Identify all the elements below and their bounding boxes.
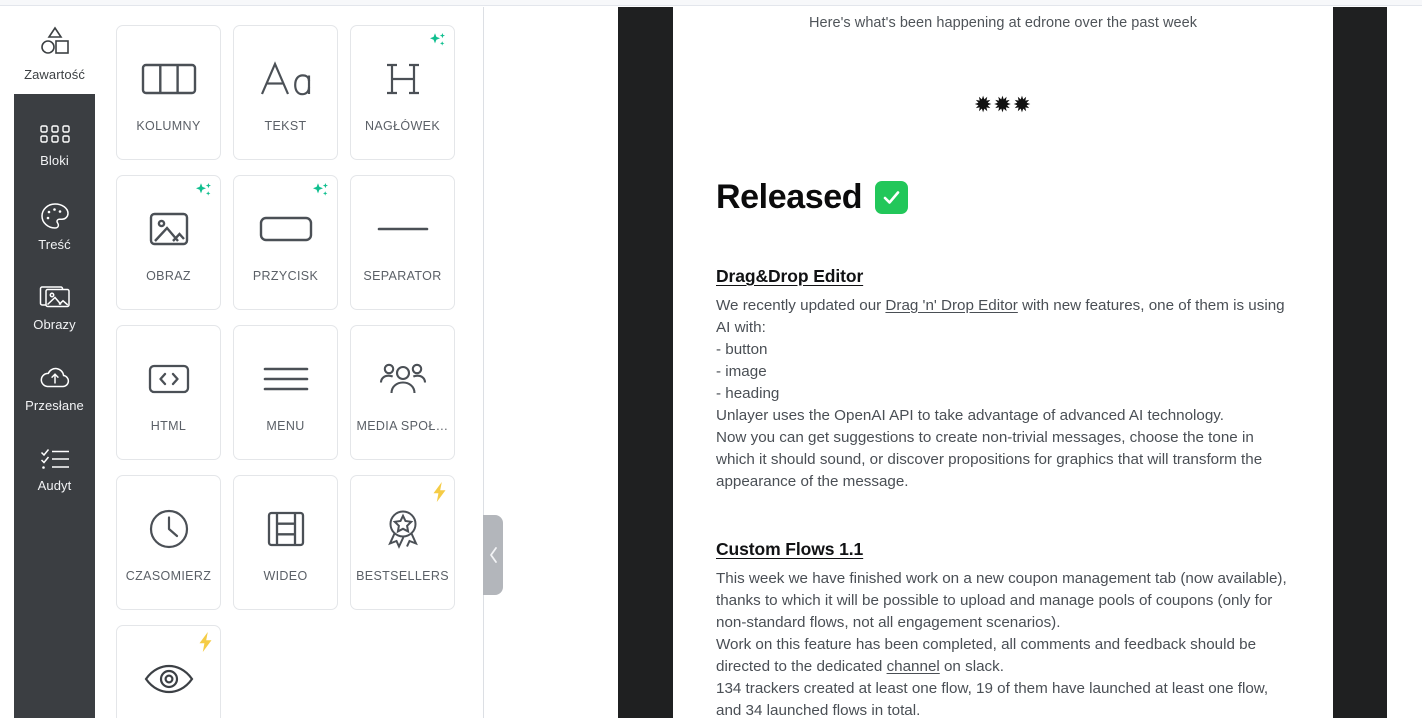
lightning-icon (432, 482, 447, 502)
email-canvas: Here's what's been happening at edrone o… (484, 7, 1422, 718)
block-tile-label: OBRAZ (146, 269, 191, 283)
email-preheader: Here's what's been happening at edrone o… (808, 15, 1198, 31)
block-tile-label: MENU (266, 419, 305, 433)
sidebar-item-zawartosc[interactable]: Zawartość (14, 20, 95, 88)
released-title: Released (716, 178, 863, 216)
sidebar-item-label: Treść (38, 237, 71, 252)
palette-icon (40, 202, 70, 230)
sidebar-item-label: Obrazy (33, 317, 76, 332)
canvas-left-band (618, 7, 673, 718)
editor-root: Zawartość Bloki Treść Obrazy Przesłane A… (0, 0, 1422, 718)
block-tile-czasomierz[interactable]: CZASOMIERZ (116, 475, 221, 610)
block-tile-label: WIDEO (263, 569, 308, 583)
block-tile-html[interactable]: HTML (116, 325, 221, 460)
suggestions-line: Now you can get suggestions to create no… (716, 429, 1263, 490)
checklist-icon (40, 447, 70, 471)
sidebar-item-label: Audyt (37, 478, 72, 493)
block-tile-label: SEPARATOR (363, 269, 442, 283)
clock-icon (148, 502, 190, 556)
block-tile-label: CZASOMIERZ (125, 569, 212, 583)
text-before-link: We recently updated our (716, 297, 886, 314)
eye-icon (144, 652, 194, 706)
bullet-image: - image (716, 363, 767, 380)
released-heading-row: Released (716, 178, 1290, 217)
button-icon (259, 202, 313, 256)
ai-sparkle-icon (429, 32, 447, 50)
badge-star-icon (381, 502, 425, 556)
sidebar-item-obrazy[interactable]: Obrazy (14, 268, 95, 348)
block-tile-label: BESTSELLERS (356, 569, 449, 583)
panel-collapse-button[interactable] (483, 515, 503, 595)
sidebar-item-label: Bloki (40, 153, 69, 168)
section-title: Custom Flows 1.1 (716, 539, 864, 559)
block-tile-naglowek[interactable]: NAGŁÓWEK (350, 25, 455, 160)
section-paragraph: This week we have finished work on a new… (716, 568, 1290, 718)
email-content: Here's what's been happening at edrone o… (673, 7, 1333, 718)
block-tile-label: KOLUMNY (136, 119, 201, 133)
block-tile-media-spolecznosciowe[interactable]: MEDIA SPOŁ… (350, 325, 455, 460)
bullet-heading: - heading (716, 385, 780, 402)
film-icon (266, 502, 306, 556)
images-icon (39, 284, 71, 310)
block-tile-menu[interactable]: MENU (233, 325, 338, 460)
block-tile-label: MEDIA SPOŁ… (356, 419, 449, 433)
text-aa-icon (258, 52, 314, 106)
block-tile-label: NAGŁÓWEK (364, 119, 441, 133)
top-strip (0, 0, 1422, 6)
star-divider: ✹✹✹ (973, 92, 1033, 117)
trackers-stats-line: 134 trackers created at least one flow, … (716, 680, 1269, 718)
unlayer-line: Unlayer uses the OpenAI API to take adva… (716, 407, 1224, 424)
sidebar-item-audyt[interactable]: Audyt (14, 430, 95, 510)
section-title: Drag&Drop Editor (716, 266, 864, 286)
social-icon (378, 352, 428, 406)
columns-icon (141, 52, 197, 106)
block-tile-label: TEKST (264, 119, 307, 133)
section-custom-flows: Custom Flows 1.1 This week we have finis… (716, 539, 1290, 718)
drag-n-drop-editor-link[interactable]: Drag 'n' Drop Editor (885, 297, 1017, 314)
bullet-button: - button (716, 341, 768, 358)
sidebar-item-przeslane[interactable]: Przesłane (14, 349, 95, 429)
block-tile-bestsellers[interactable]: BESTSELLERS (350, 475, 455, 610)
sidebar-item-label: Przesłane (25, 398, 84, 413)
sidebar-item-label: Zawartość (24, 67, 85, 82)
ai-sparkle-icon (195, 182, 213, 200)
block-tile-separator[interactable]: SEPARATOR (350, 175, 455, 310)
block-tile-label: HTML (150, 419, 187, 433)
canvas-right-band (1333, 7, 1387, 718)
block-tile-label: PRZYCISK (252, 269, 319, 283)
cloud-upload-icon (39, 365, 71, 391)
coupon-tab-line: This week we have finished work on a new… (716, 570, 1287, 631)
slack-channel-link[interactable]: channel (887, 658, 940, 675)
block-tile-tekst[interactable]: TEKST (233, 25, 338, 160)
block-tile-wideo[interactable]: WIDEO (233, 475, 338, 610)
chevron-left-icon (488, 546, 499, 564)
lightning-icon (198, 632, 213, 652)
blocks-panel: KOLUMNY TEKST NAGŁÓWEK OBRAZ PRZYCISK SE… (109, 7, 484, 718)
menu-icon (262, 352, 310, 406)
section-drag-drop-editor: Drag&Drop Editor We recently updated our… (716, 266, 1290, 493)
section-paragraph: We recently updated our Drag 'n' Drop Ed… (716, 295, 1290, 493)
block-tile-kolumny[interactable]: KOLUMNY (116, 25, 221, 160)
sidebar-item-tresc[interactable]: Treść (14, 187, 95, 267)
divider-icon (375, 202, 431, 256)
left-rail-dark: Bloki Treść Obrazy Przesłane Audyt (14, 94, 95, 718)
green-check-icon (875, 181, 909, 214)
block-tile-viewed[interactable]: VIEWED (116, 625, 221, 718)
code-icon (147, 352, 191, 406)
ai-sparkle-icon (312, 182, 330, 200)
block-tile-obraz[interactable]: OBRAZ (116, 175, 221, 310)
block-tile-grid: KOLUMNY TEKST NAGŁÓWEK OBRAZ PRZYCISK SE… (116, 25, 478, 718)
shapes-icon (38, 26, 72, 61)
grid-dots-icon (39, 124, 70, 146)
heading-h-icon (381, 52, 425, 106)
feedback-line-after-link: on slack. (939, 658, 1004, 675)
block-tile-przycisk[interactable]: PRZYCISK (233, 175, 338, 310)
left-rail: Zawartość Bloki Treść Obrazy Przesłane A… (0, 7, 109, 718)
image-icon (147, 202, 191, 256)
sidebar-item-bloki[interactable]: Bloki (14, 106, 95, 186)
